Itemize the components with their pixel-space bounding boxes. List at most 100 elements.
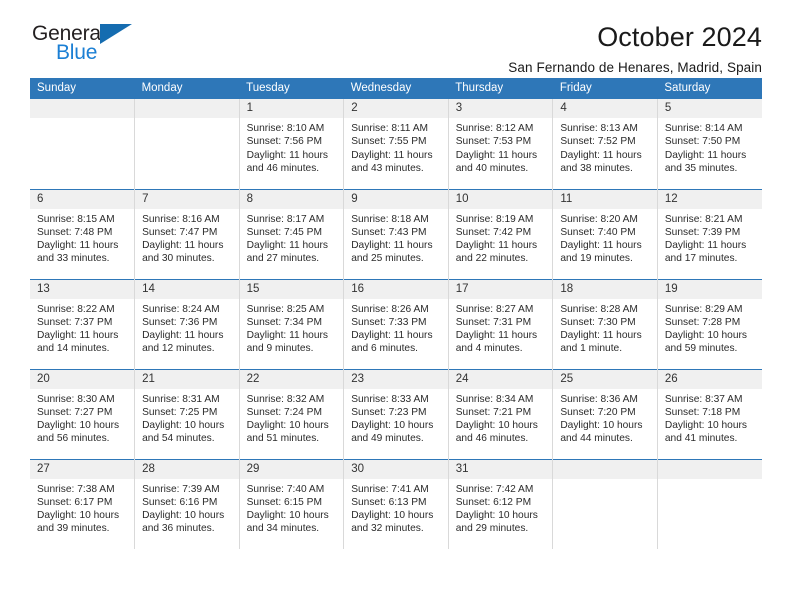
- day-sun-details: Sunrise: 8:15 AM Sunset: 7:48 PM Dayligh…: [37, 213, 119, 265]
- day-number: 16: [344, 279, 448, 299]
- calendar-week-row: 1 Sunrise: 8:10 AM Sunset: 7:56 PM Daylig…: [30, 99, 762, 189]
- day-number: 5: [657, 99, 762, 118]
- calendar-week-row: 6 Sunrise: 8:15 AM Sunset: 7:48 PM Daylig…: [30, 188, 762, 279]
- calendar-day-cell[interactable]: 18 Sunrise: 8:28 AM Sunset: 7:30 PM Dayli…: [552, 278, 658, 369]
- day-sun-details: Sunrise: 8:34 AM Sunset: 7:21 PM Dayligh…: [455, 393, 538, 445]
- calendar-day-cell[interactable]: 9 Sunrise: 8:18 AM Sunset: 7:43 PM Daylig…: [343, 188, 449, 279]
- day-sun-details: Sunrise: 8:29 AM Sunset: 7:28 PM Dayligh…: [664, 303, 747, 355]
- weekday-header-monday: Monday: [134, 78, 240, 99]
- day-number: 25: [553, 369, 657, 389]
- day-sun-details: Sunrise: 8:25 AM Sunset: 7:34 PM Dayligh…: [246, 303, 328, 355]
- calendar-day-cell[interactable]: 8 Sunrise: 8:17 AM Sunset: 7:45 PM Daylig…: [239, 188, 345, 279]
- day-number: 21: [135, 369, 239, 389]
- day-number: [135, 99, 239, 118]
- day-number: 30: [344, 459, 448, 479]
- day-sun-details: Sunrise: 8:10 AM Sunset: 7:56 PM Dayligh…: [246, 123, 328, 174]
- calendar-day-cell[interactable]: 11 Sunrise: 8:20 AM Sunset: 7:40 PM Dayli…: [552, 188, 658, 279]
- calendar-week-row: 13 Sunrise: 8:22 AM Sunset: 7:37 PM Dayli…: [30, 278, 762, 369]
- calendar-day-cell[interactable]: 15 Sunrise: 8:25 AM Sunset: 7:34 PM Dayli…: [239, 278, 345, 369]
- calendar-day-cell[interactable]: 22 Sunrise: 8:32 AM Sunset: 7:24 PM Dayli…: [239, 368, 345, 459]
- day-number: 10: [448, 189, 553, 209]
- calendar-day-cell[interactable]: 17 Sunrise: 8:27 AM Sunset: 7:31 PM Dayli…: [448, 278, 554, 369]
- calendar-day-cell[interactable]: 13 Sunrise: 8:22 AM Sunset: 7:37 PM Dayli…: [30, 278, 136, 369]
- calendar-empty-cell: [30, 99, 136, 189]
- day-sun-details: Sunrise: 7:40 AM Sunset: 6:15 PM Dayligh…: [246, 483, 329, 535]
- calendar-day-cell[interactable]: 1 Sunrise: 8:10 AM Sunset: 7:56 PM Daylig…: [239, 99, 345, 189]
- page-title: October 2024: [597, 22, 762, 52]
- day-number: 18: [553, 279, 657, 299]
- calendar-day-cell[interactable]: 23 Sunrise: 8:33 AM Sunset: 7:23 PM Dayli…: [343, 368, 449, 459]
- calendar-day-cell[interactable]: 29 Sunrise: 7:40 AM Sunset: 6:15 PM Dayli…: [239, 458, 345, 549]
- day-sun-details: Sunrise: 7:39 AM Sunset: 6:16 PM Dayligh…: [142, 483, 225, 535]
- day-number: [553, 459, 657, 479]
- day-sun-details: Sunrise: 8:11 AM Sunset: 7:55 PM Dayligh…: [351, 123, 433, 174]
- calendar-day-cell[interactable]: 19 Sunrise: 8:29 AM Sunset: 7:28 PM Dayli…: [657, 278, 762, 369]
- day-number: 14: [135, 279, 239, 299]
- day-sun-details: Sunrise: 8:19 AM Sunset: 7:42 PM Dayligh…: [455, 213, 538, 265]
- day-number: 17: [448, 279, 553, 299]
- day-sun-details: Sunrise: 8:22 AM Sunset: 7:37 PM Dayligh…: [37, 303, 119, 355]
- calendar-day-cell[interactable]: 27 Sunrise: 7:38 AM Sunset: 6:17 PM Dayli…: [30, 458, 136, 549]
- calendar-week-row: 20 Sunrise: 8:30 AM Sunset: 7:27 PM Dayli…: [30, 368, 762, 459]
- day-number: 29: [239, 459, 344, 479]
- general-blue-logo[interactable]: General Blue: [32, 20, 144, 66]
- day-number: 8: [239, 189, 344, 209]
- calendar-day-cell[interactable]: 21 Sunrise: 8:31 AM Sunset: 7:25 PM Dayli…: [134, 368, 240, 459]
- page-subtitle: San Fernando de Henares, Madrid, Spain: [508, 60, 762, 76]
- calendar-day-cell[interactable]: 26 Sunrise: 8:37 AM Sunset: 7:18 PM Dayli…: [657, 368, 762, 459]
- day-sun-details: Sunrise: 8:27 AM Sunset: 7:31 PM Dayligh…: [455, 303, 538, 355]
- weekday-header-tuesday: Tuesday: [239, 78, 344, 99]
- weekday-header-wednesday: Wednesday: [343, 78, 449, 99]
- calendar-day-cell[interactable]: 4 Sunrise: 8:13 AM Sunset: 7:52 PM Daylig…: [552, 99, 658, 189]
- day-number: 24: [448, 369, 553, 389]
- calendar-table: Sunday Monday Tuesday Wednesday Thursday…: [30, 78, 762, 549]
- day-number: 27: [30, 459, 135, 479]
- day-sun-details: Sunrise: 7:38 AM Sunset: 6:17 PM Dayligh…: [37, 483, 120, 535]
- calendar-day-cell[interactable]: 10 Sunrise: 8:19 AM Sunset: 7:42 PM Dayli…: [448, 188, 554, 279]
- day-sun-details: Sunrise: 7:42 AM Sunset: 6:12 PM Dayligh…: [455, 483, 538, 535]
- weekday-header-sunday: Sunday: [30, 78, 135, 99]
- calendar-day-cell[interactable]: 28 Sunrise: 7:39 AM Sunset: 6:16 PM Dayli…: [134, 458, 240, 549]
- calendar-day-cell[interactable]: 7 Sunrise: 8:16 AM Sunset: 7:47 PM Daylig…: [134, 188, 240, 279]
- calendar-day-cell[interactable]: 14 Sunrise: 8:24 AM Sunset: 7:36 PM Dayli…: [134, 278, 240, 369]
- logo-text-blue: Blue: [56, 41, 98, 64]
- calendar-day-cell[interactable]: 5 Sunrise: 8:14 AM Sunset: 7:50 PM Daylig…: [657, 99, 762, 189]
- day-number: 28: [135, 459, 239, 479]
- weekday-header-row: Sunday Monday Tuesday Wednesday Thursday…: [30, 78, 762, 99]
- day-number: 4: [553, 99, 657, 118]
- logo-triangle-icon: [100, 24, 132, 44]
- day-sun-details: Sunrise: 8:18 AM Sunset: 7:43 PM Dayligh…: [351, 213, 433, 265]
- day-sun-details: Sunrise: 8:14 AM Sunset: 7:50 PM Dayligh…: [664, 123, 747, 174]
- calendar-day-cell[interactable]: 31 Sunrise: 7:42 AM Sunset: 6:12 PM Dayli…: [448, 458, 554, 549]
- calendar-empty-cell: [657, 458, 762, 549]
- weekday-header-thursday: Thursday: [448, 78, 553, 99]
- day-number: 23: [344, 369, 448, 389]
- calendar-day-cell[interactable]: 6 Sunrise: 8:15 AM Sunset: 7:48 PM Daylig…: [30, 188, 136, 279]
- calendar-day-cell[interactable]: 3 Sunrise: 8:12 AM Sunset: 7:53 PM Daylig…: [448, 99, 554, 189]
- calendar-day-cell[interactable]: 20 Sunrise: 8:30 AM Sunset: 7:27 PM Dayli…: [30, 368, 136, 459]
- calendar-day-cell[interactable]: 16 Sunrise: 8:26 AM Sunset: 7:33 PM Dayli…: [343, 278, 449, 369]
- day-number: [30, 99, 135, 118]
- day-number: 13: [30, 279, 135, 299]
- day-number: 15: [239, 279, 344, 299]
- day-number: 3: [448, 99, 553, 118]
- calendar-day-cell[interactable]: 30 Sunrise: 7:41 AM Sunset: 6:13 PM Dayli…: [343, 458, 449, 549]
- day-sun-details: Sunrise: 8:32 AM Sunset: 7:24 PM Dayligh…: [246, 393, 329, 445]
- day-number: 9: [344, 189, 448, 209]
- calendar-day-cell[interactable]: 24 Sunrise: 8:34 AM Sunset: 7:21 PM Dayli…: [448, 368, 554, 459]
- day-sun-details: Sunrise: 8:13 AM Sunset: 7:52 PM Dayligh…: [560, 123, 642, 174]
- day-sun-details: Sunrise: 8:24 AM Sunset: 7:36 PM Dayligh…: [142, 303, 224, 355]
- day-number: 19: [657, 279, 762, 299]
- day-number: 12: [657, 189, 762, 209]
- calendar-day-cell[interactable]: 25 Sunrise: 8:36 AM Sunset: 7:20 PM Dayli…: [552, 368, 658, 459]
- day-number: 11: [553, 189, 657, 209]
- day-sun-details: Sunrise: 8:31 AM Sunset: 7:25 PM Dayligh…: [142, 393, 225, 445]
- calendar-day-cell[interactable]: 2 Sunrise: 8:11 AM Sunset: 7:55 PM Daylig…: [343, 99, 449, 189]
- calendar-day-cell[interactable]: 12 Sunrise: 8:21 AM Sunset: 7:39 PM Dayli…: [657, 188, 762, 279]
- day-sun-details: Sunrise: 8:21 AM Sunset: 7:39 PM Dayligh…: [664, 213, 747, 265]
- title-block: October 2024 San Fernando de Henares, Ma…: [508, 20, 762, 75]
- day-sun-details: Sunrise: 8:17 AM Sunset: 7:45 PM Dayligh…: [246, 213, 328, 265]
- day-sun-details: Sunrise: 8:37 AM Sunset: 7:18 PM Dayligh…: [664, 393, 747, 445]
- day-sun-details: Sunrise: 7:41 AM Sunset: 6:13 PM Dayligh…: [351, 483, 434, 535]
- day-sun-details: Sunrise: 8:36 AM Sunset: 7:20 PM Dayligh…: [560, 393, 643, 445]
